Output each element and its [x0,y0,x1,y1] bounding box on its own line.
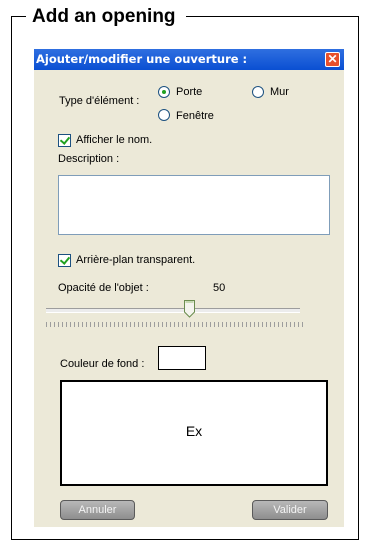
ok-button[interactable]: Valider [252,500,328,520]
bg-color-label: Couleur de fond : [60,358,145,370]
show-name-checkbox[interactable] [58,134,71,147]
close-icon: ✕ [327,52,338,66]
show-name-label[interactable]: Afficher le nom. [76,134,152,146]
opacity-value: 50 [213,282,226,294]
opacity-slider-ticks [46,322,304,327]
transparent-bg-checkbox[interactable] [58,254,71,267]
element-type-label: Type d'élément : [59,95,140,107]
dialog-title: Ajouter/modifier une ouverture : [36,52,248,66]
opacity-label: Opacité de l'objet : [58,282,149,294]
radio-fenetre-label[interactable]: Fenêtre [176,110,214,122]
cancel-button[interactable]: Annuler [60,500,135,520]
description-label: Description : [58,153,120,165]
preview-text: Ex [185,423,203,439]
close-button[interactable]: ✕ [325,52,340,67]
description-field[interactable] [58,175,330,235]
dialog-window: Ajouter/modifier une ouverture : ✕ Type … [34,49,344,527]
frame-title: Add an opening [26,7,186,27]
preview-box: Ex [60,380,328,486]
opacity-slider-track[interactable] [46,308,300,313]
transparent-bg-label[interactable]: Arrière-plan transparent. [76,254,195,266]
radio-fenetre[interactable] [158,109,170,121]
bg-color-swatch[interactable] [158,346,206,370]
dialog-titlebar: Ajouter/modifier une ouverture : ✕ [34,49,344,70]
radio-porte-label[interactable]: Porte [176,86,202,98]
opacity-slider-thumb[interactable] [184,300,195,318]
radio-mur-label[interactable]: Mur [270,86,289,98]
radio-porte[interactable] [158,86,170,98]
radio-mur[interactable] [252,86,264,98]
